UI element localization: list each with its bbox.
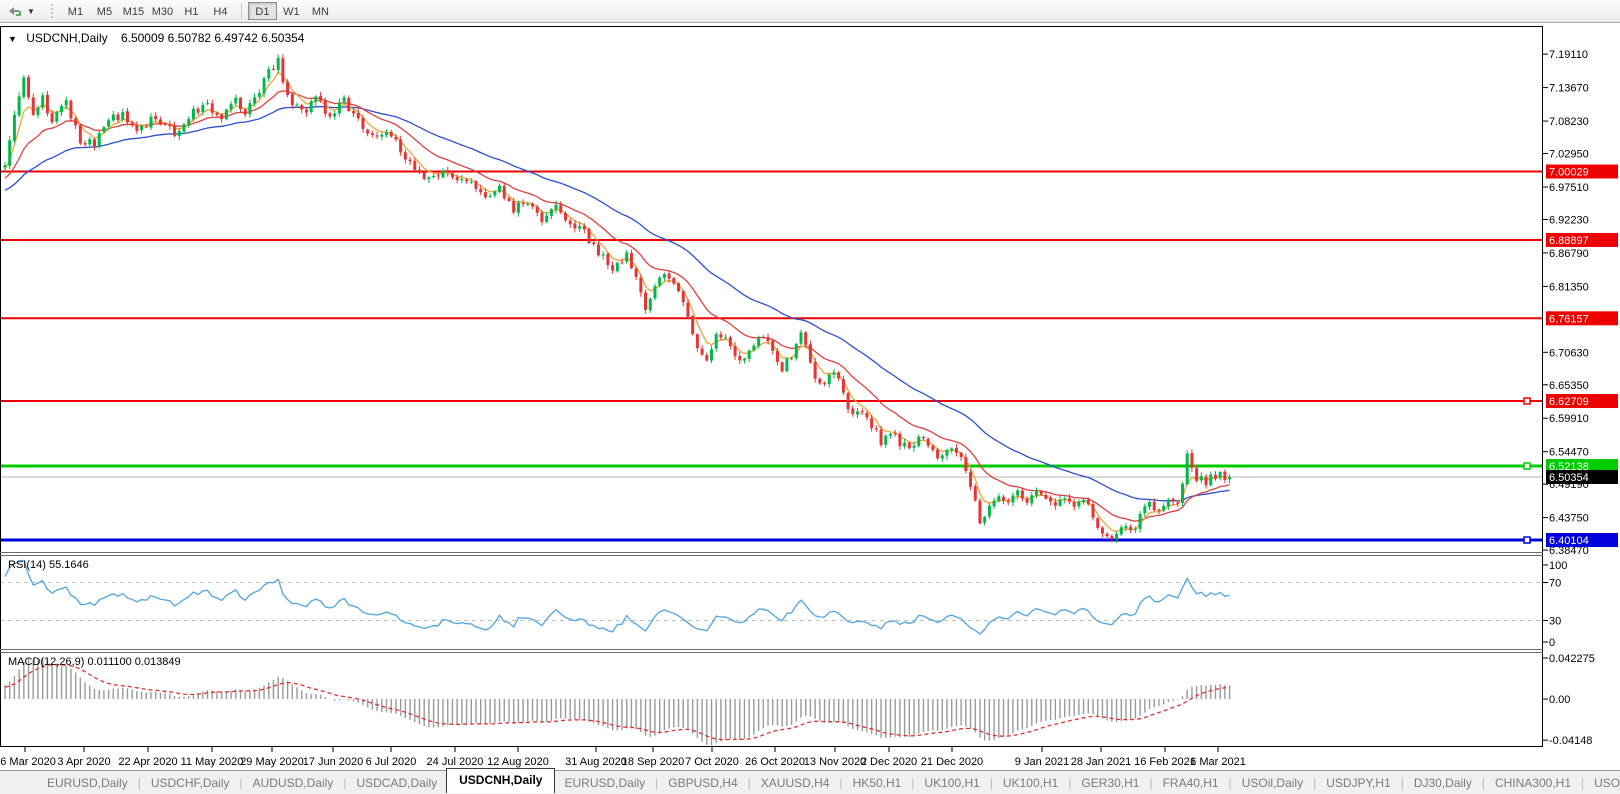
toolbar-separator [241,3,242,19]
chart-title-collapse-icon[interactable]: ▼ [8,34,17,44]
time-axis-label: 28 Jan 2021 [1071,756,1132,768]
timeframe-button-w1[interactable]: W1 [277,2,306,20]
price-axis-label: 6.54470 [1549,447,1589,459]
macd-axis-label: 0.042275 [1549,653,1595,665]
time-axis-label: 31 Aug 2020 [565,756,627,768]
chart-pan-cursor-icon[interactable]: ▼ [4,3,38,19]
chart-tab-usdcnh-daily[interactable]: USDCNH,Daily [446,768,555,793]
time-axis-label: 2 Dec 2020 [861,756,917,768]
svg-text:6.62709: 6.62709 [1549,396,1589,408]
chart-tab-xauusd-h4[interactable]: XAUUSD,H4 [752,773,839,793]
chart-tab-usdchf-daily[interactable]: USDCHF,Daily [142,773,239,793]
rsi-axis-label: 0 [1549,637,1555,649]
svg-text:6.88897: 6.88897 [1549,235,1589,247]
line-handle-6.52138[interactable] [1524,463,1530,469]
price-axis-label: 7.08230 [1549,116,1589,128]
time-axis-label: 9 Jan 2021 [1015,756,1069,768]
chart-tab-gbpusd-h4[interactable]: GBPUSD,H4 [659,773,746,793]
time-axis-label: 24 Jul 2020 [427,756,484,768]
chart-tab-ger30-h1[interactable]: GER30,H1 [1072,773,1148,793]
line-handle-6.40104[interactable] [1524,537,1530,543]
chart-tab-audusd-daily[interactable]: AUDUSD,Daily [244,773,343,793]
time-axis-label: 17 Jun 2020 [303,756,364,768]
top-toolbar: ▼ M1M5M15M30H1H4 D1W1MN [0,0,1620,23]
time-axis-label: 18 Sep 2020 [622,756,684,768]
chart-tab-dj30-daily[interactable]: DJ30,Daily [1405,773,1481,793]
time-axis-label: 3 Apr 2020 [57,756,110,768]
chart-tab-fra40-h1[interactable]: FRA40,H1 [1154,773,1228,793]
time-axis-label: 6 Jul 2020 [366,756,417,768]
timeframe-button-m15[interactable]: M15 [119,2,148,20]
time-axis-label: 6 Mar 2021 [1190,756,1246,768]
timeframe-button-d1[interactable]: D1 [248,2,277,20]
time-axis-label: 13 Nov 2020 [804,756,866,768]
chart-tab-eurusd-daily[interactable]: EURUSD,Daily [555,773,654,793]
chart-tab-usoil-daily[interactable]: USOil,Daily [1233,773,1312,793]
bottom-tab-bar: EURUSD,Daily|USDCHF,Daily|AUDUSD,Daily|U… [0,770,1620,794]
time-axis-label: 16 Mar 2020 [0,756,56,768]
macd-axis-label: -0.04148 [1549,735,1592,747]
chart-title: ▼ USDCNH,Daily 6.50009 6.50782 6.49742 6… [8,31,304,45]
price-axis-label: 6.65350 [1549,380,1589,392]
time-axis-label: 11 May 2020 [181,756,244,768]
time-axis-label: 16 Feb 2021 [1134,756,1196,768]
price-axis-label: 6.86790 [1549,248,1589,260]
chart-pan-cursor-glyph [7,4,23,18]
time-axis-label: 12 Aug 2020 [487,756,549,768]
chart-tab-uk100-h1[interactable]: UK100,H1 [994,773,1067,793]
svg-text:7.00029: 7.00029 [1549,166,1589,178]
price-axis-label: 6.70630 [1549,347,1589,359]
chart-tab-uk100-h1[interactable]: UK100,H1 [915,773,988,793]
chart-ohlc-values: 6.50009 6.50782 6.49742 6.50354 [121,31,305,45]
chevron-down-icon[interactable]: ▼ [27,7,35,16]
price-axis-label: 6.92230 [1549,214,1589,226]
chart-tab-usoil-[interactable]: USOil, [1585,773,1620,793]
price-axis-label: 6.43750 [1549,513,1589,525]
rsi-indicator-label: RSI(14) 55.1646 [8,559,89,571]
time-axis-label: 26 Oct 2020 [745,756,805,768]
timeframe-button-m1[interactable]: M1 [61,2,90,20]
timeframe-button-m5[interactable]: M5 [90,2,119,20]
chart-symbol-title: USDCNH,Daily [26,31,107,45]
rsi-axis-label: 70 [1549,578,1561,590]
chart-tab-usdcad-daily[interactable]: USDCAD,Daily [347,773,446,793]
price-axis-label: 6.59910 [1549,413,1589,425]
timeframe-button-mn[interactable]: MN [306,2,335,20]
rsi-axis-label: 100 [1549,560,1567,572]
svg-text:6.50354: 6.50354 [1549,472,1589,484]
macd-axis-label: 0.00 [1549,694,1570,706]
price-axis-label: 6.81350 [1549,281,1589,293]
chart-tab-eurusd-daily[interactable]: EURUSD,Daily [38,773,137,793]
timeframe-button-m30[interactable]: M30 [148,2,177,20]
chart-tab-usdjpy-h1[interactable]: USDJPY,H1 [1317,773,1399,793]
time-axis-label: 7 Oct 2020 [685,756,739,768]
price-axis-label: 6.97510 [1549,182,1589,194]
price-axis-label: 7.02950 [1549,149,1589,161]
chart-tab-china300-h1[interactable]: CHINA300,H1 [1486,773,1580,793]
time-axis-label: 22 Apr 2020 [118,756,177,768]
chart-tab-hk50-h1[interactable]: HK50,H1 [844,773,911,793]
svg-text:6.40104: 6.40104 [1549,535,1589,547]
svg-text:6.76157: 6.76157 [1549,313,1589,325]
toolbar-drag-handle[interactable] [50,3,55,19]
timeframe-button-h1[interactable]: H1 [177,2,206,20]
macd-indicator-label: MACD(12,26,9) 0.011100 0.013849 [8,656,181,668]
timeframe-button-h4[interactable]: H4 [206,2,235,20]
time-axis-label: 29 May 2020 [240,756,304,768]
time-axis-label: 21 Dec 2020 [921,756,983,768]
price-axis-label: 7.13670 [1549,83,1589,95]
price-axis-label: 7.19110 [1549,49,1588,61]
line-handle-6.62709[interactable] [1524,398,1530,404]
rsi-axis-label: 30 [1549,616,1561,628]
chart-canvas[interactable]: 7.19110 7.13670 7.08230 7.02950 6.97510 6.922… [0,0,1620,794]
